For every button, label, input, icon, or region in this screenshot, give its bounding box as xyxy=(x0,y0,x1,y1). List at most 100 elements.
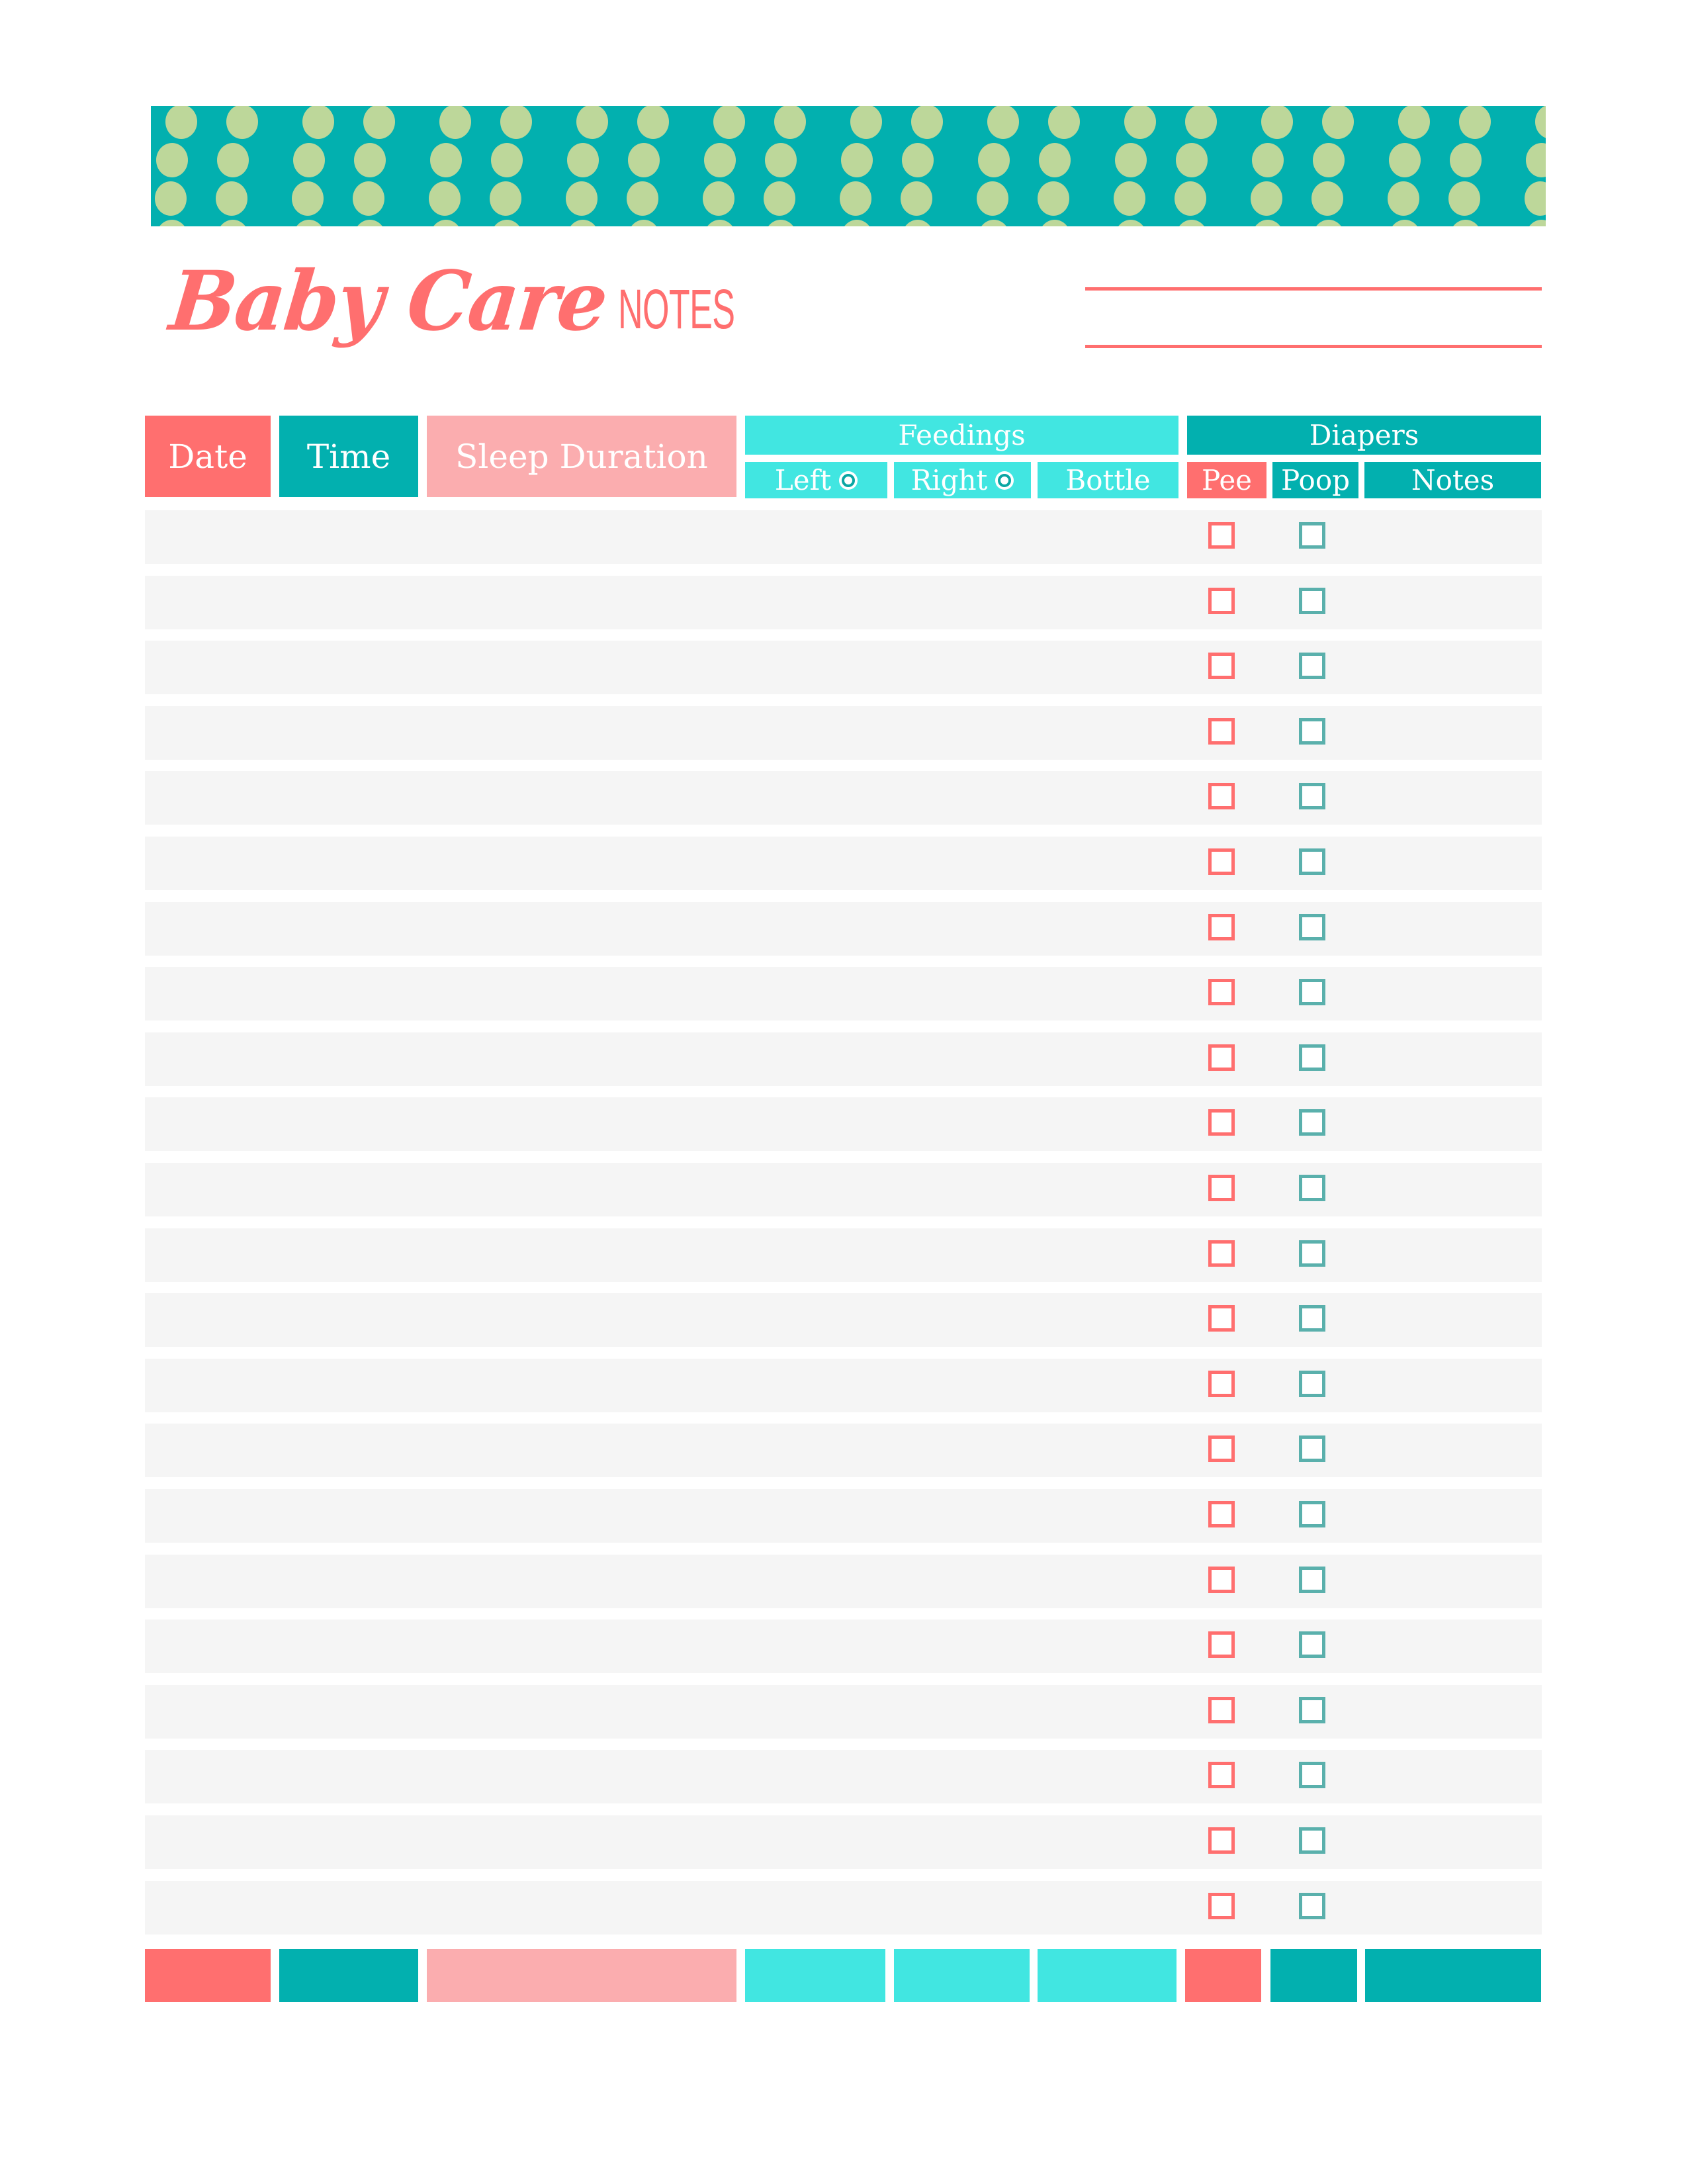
table-row[interactable] xyxy=(145,705,1542,760)
table-row[interactable] xyxy=(145,1684,1542,1739)
polka-dot xyxy=(1185,106,1217,139)
poop-checkbox[interactable] xyxy=(1299,1762,1325,1789)
header-feeding-bottle: Bottle xyxy=(1038,462,1178,498)
name-write-line[interactable] xyxy=(1085,287,1542,291)
pee-checkbox[interactable] xyxy=(1208,979,1235,1006)
polka-dot xyxy=(774,106,806,139)
poop-checkbox[interactable] xyxy=(1299,1435,1325,1463)
poop-checkbox[interactable] xyxy=(1299,1109,1325,1136)
pee-checkbox[interactable] xyxy=(1208,783,1235,810)
polka-dot xyxy=(1042,220,1067,226)
table-row[interactable] xyxy=(145,1358,1542,1412)
poop-checkbox[interactable] xyxy=(1299,717,1325,745)
pee-checkbox[interactable] xyxy=(1208,1044,1235,1071)
table-row[interactable] xyxy=(145,967,1542,1021)
polka-dot xyxy=(1261,106,1293,139)
polka-dot xyxy=(430,143,462,177)
polka-dot xyxy=(1118,220,1143,226)
table-row[interactable] xyxy=(145,1880,1542,1934)
polka-dot xyxy=(570,220,596,226)
pee-checkbox[interactable] xyxy=(1208,1109,1235,1136)
pee-checkbox[interactable] xyxy=(1208,1566,1235,1593)
header-sleep-duration: Sleep Duration xyxy=(427,416,736,497)
pee-checkbox[interactable] xyxy=(1208,1631,1235,1659)
poop-checkbox[interactable] xyxy=(1299,1240,1325,1267)
pee-checkbox[interactable] xyxy=(1208,1175,1235,1201)
polka-dot xyxy=(433,220,459,226)
table-row[interactable] xyxy=(145,510,1542,564)
table-row[interactable] xyxy=(145,1163,1542,1216)
table-row[interactable] xyxy=(145,1293,1542,1347)
table-row[interactable] xyxy=(145,641,1542,695)
polka-dot xyxy=(1526,143,1546,177)
poop-checkbox[interactable] xyxy=(1299,1305,1325,1332)
pee-checkbox[interactable] xyxy=(1208,1240,1235,1267)
poop-checkbox[interactable] xyxy=(1299,783,1325,810)
pee-checkbox[interactable] xyxy=(1208,848,1235,875)
table-row[interactable] xyxy=(145,1750,1542,1804)
table-row[interactable] xyxy=(145,575,1542,629)
polka-dot xyxy=(296,220,322,226)
table-row[interactable] xyxy=(145,1228,1542,1282)
header-feeding-right: Right xyxy=(894,462,1031,498)
table-row[interactable] xyxy=(145,901,1542,956)
page-title: Baby Care NOTES xyxy=(165,253,806,374)
poop-checkbox[interactable] xyxy=(1299,1631,1325,1659)
polka-dot xyxy=(1398,106,1430,139)
pee-checkbox[interactable] xyxy=(1208,1827,1235,1854)
poop-checkbox[interactable] xyxy=(1299,1501,1325,1527)
table-row[interactable] xyxy=(145,1489,1542,1543)
pee-checkbox[interactable] xyxy=(1208,1305,1235,1332)
poop-checkbox[interactable] xyxy=(1299,979,1325,1006)
table-row[interactable] xyxy=(145,1554,1542,1608)
pee-checkbox[interactable] xyxy=(1208,1892,1235,1919)
poop-checkbox[interactable] xyxy=(1299,522,1325,549)
pee-checkbox[interactable] xyxy=(1208,717,1235,745)
polka-dot xyxy=(1322,106,1354,139)
poop-checkbox[interactable] xyxy=(1299,1044,1325,1071)
footer-bar-time xyxy=(279,1949,418,2002)
polka-dot xyxy=(637,106,669,139)
pee-checkbox[interactable] xyxy=(1208,1435,1235,1463)
table-row[interactable] xyxy=(145,1424,1542,1478)
poop-checkbox[interactable] xyxy=(1299,1827,1325,1854)
poop-checkbox[interactable] xyxy=(1299,848,1325,875)
pee-checkbox[interactable] xyxy=(1208,522,1235,549)
polka-dot xyxy=(1389,143,1421,177)
poop-checkbox[interactable] xyxy=(1299,653,1325,680)
poop-checkbox[interactable] xyxy=(1299,1892,1325,1919)
pee-checkbox[interactable] xyxy=(1208,587,1235,614)
poop-checkbox[interactable] xyxy=(1299,1566,1325,1593)
table-row[interactable] xyxy=(145,1032,1542,1086)
table-row[interactable] xyxy=(145,771,1542,825)
poop-checkbox[interactable] xyxy=(1299,1370,1325,1397)
polka-dot xyxy=(713,106,745,139)
poop-checkbox[interactable] xyxy=(1299,913,1325,940)
pee-checkbox[interactable] xyxy=(1208,1696,1235,1723)
table-row[interactable] xyxy=(145,837,1542,890)
polka-dot xyxy=(905,220,930,226)
footer-bar-bottle xyxy=(1038,1949,1177,2002)
polka-dot xyxy=(491,143,523,177)
poop-checkbox[interactable] xyxy=(1299,1696,1325,1723)
polka-dot xyxy=(627,181,658,216)
poop-checkbox[interactable] xyxy=(1299,1175,1325,1201)
pee-checkbox[interactable] xyxy=(1208,913,1235,940)
pee-checkbox[interactable] xyxy=(1208,653,1235,680)
table-row[interactable] xyxy=(145,1097,1542,1152)
table-row[interactable] xyxy=(145,1619,1542,1674)
polka-dot xyxy=(429,181,461,216)
polka-dot xyxy=(704,143,736,177)
poop-checkbox[interactable] xyxy=(1299,587,1325,614)
polka-dot xyxy=(1252,143,1284,177)
polka-dot xyxy=(841,143,873,177)
table-row[interactable] xyxy=(145,1815,1542,1869)
polka-dot xyxy=(1453,220,1478,226)
pee-checkbox[interactable] xyxy=(1208,1370,1235,1397)
polka-dot xyxy=(567,143,599,177)
polka-dot xyxy=(494,220,519,226)
pee-checkbox[interactable] xyxy=(1208,1501,1235,1527)
date-write-line[interactable] xyxy=(1085,345,1542,348)
pee-checkbox[interactable] xyxy=(1208,1762,1235,1789)
polka-dot xyxy=(293,143,325,177)
